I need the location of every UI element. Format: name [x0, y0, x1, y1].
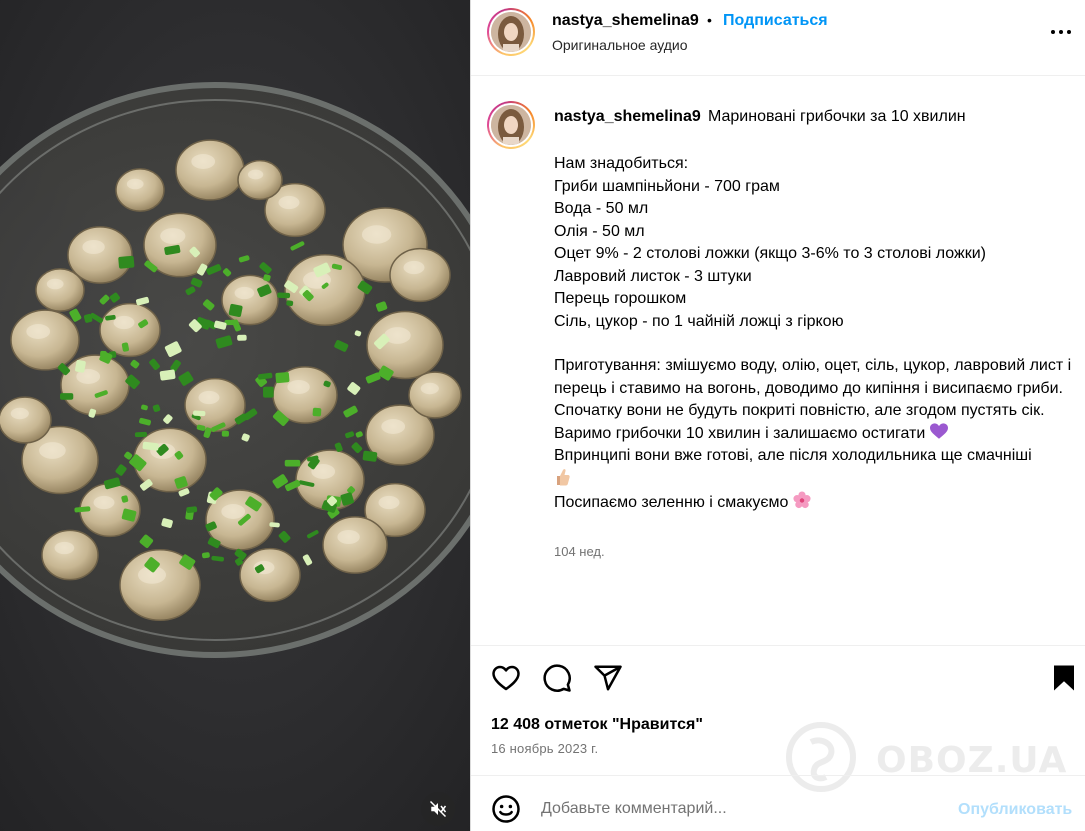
audio-link[interactable]: Оригинальное аудио	[552, 37, 688, 53]
post-comment-button[interactable]: Опубликовать	[958, 801, 1072, 819]
ingredient-line: Олія - 50 мл	[554, 222, 645, 240]
thumbs-up-icon	[557, 468, 570, 485]
follow-button[interactable]: Подписаться	[723, 12, 828, 30]
username-link[interactable]: nastya_shemelina9	[552, 12, 699, 30]
comment-bar: Опубликовать	[471, 775, 1085, 831]
ingredient-line: Оцет 9% - 2 столові ложки (якщо 3-6% то …	[554, 245, 986, 262]
mute-button[interactable]	[421, 792, 455, 826]
separator-dot: •	[707, 12, 712, 28]
ingredient-line: Сіль, цукор - по 1 чайній ложці з гіркою	[554, 312, 844, 330]
caption-username[interactable]: nastya_shemelina9	[554, 108, 701, 126]
comment-icon[interactable]	[542, 663, 572, 693]
final-paragraph: Посипаємо зеленню і смакуємо	[554, 491, 1079, 515]
profile-photo	[491, 105, 531, 145]
bookmark-icon[interactable]	[1049, 663, 1079, 693]
caption-timestamp[interactable]: 104 нед.	[554, 544, 605, 559]
emoji-picker-icon[interactable]	[491, 794, 521, 824]
note-text: Впринципі вони вже готові, але після хол…	[554, 447, 1032, 464]
speaker-muted-icon	[429, 800, 447, 818]
method-text: Приготування: змішуємо воду, олію, оцет,…	[554, 357, 1072, 442]
final-text: Посипаємо зеленню і смакуємо	[554, 494, 789, 511]
more-options-icon[interactable]	[1047, 22, 1075, 42]
method-paragraph: Приготування: змішуємо воду, олію, оцет,…	[554, 355, 1079, 445]
ingredient-line: Перець горошком	[554, 290, 687, 307]
caption-title: Мариновані грибочки за 10 хвилин	[708, 108, 966, 125]
avatar[interactable]	[487, 8, 535, 56]
profile-photo	[491, 12, 531, 52]
comment-input[interactable]	[541, 798, 941, 820]
heart-icon[interactable]	[491, 663, 521, 693]
share-icon[interactable]	[593, 663, 623, 693]
post-details-panel: nastya_shemelina9 • Подписаться Оригинал…	[470, 0, 1085, 831]
post-header: nastya_shemelina9 • Подписаться Оригинал…	[471, 0, 1085, 76]
likes-count[interactable]: 12 408 отметок "Нравится"	[491, 716, 703, 734]
mushroom-photo	[0, 0, 470, 831]
purple-heart-icon	[929, 422, 948, 439]
ingredients-heading: Нам знадобиться:	[554, 155, 689, 172]
ingredient-line: Вода - 50 мл	[554, 200, 649, 217]
caption-avatar[interactable]	[487, 101, 535, 149]
post-media[interactable]	[0, 0, 470, 831]
ingredient-line: Гриби шампіньйони - 700 грам	[554, 177, 780, 195]
ingredient-line: Лавровий листок - 3 штуки	[554, 267, 752, 285]
note-paragraph: Впринципі вони вже готові, але після хол…	[554, 445, 1079, 491]
actions-divider	[471, 645, 1085, 646]
caption-body: Нам знадобиться: Гриби шампіньйони - 700…	[554, 153, 1079, 515]
blossom-icon	[793, 491, 811, 509]
post-date[interactable]: 16 ноябрь 2023 г.	[491, 741, 598, 756]
